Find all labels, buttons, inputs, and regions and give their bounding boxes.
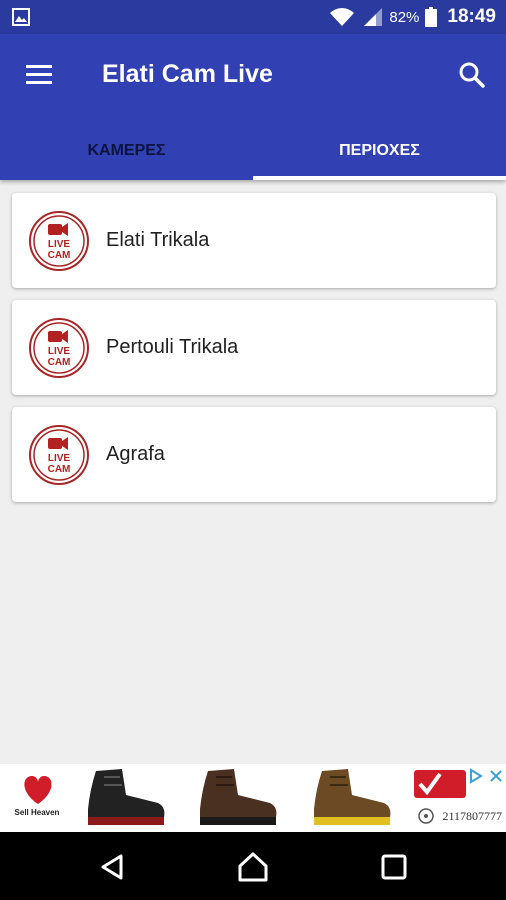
app-bar: Elati Cam Live ΚΑΜΕΡΕΣ ΠΕΡΙΟΧΕΣ: [0, 34, 506, 180]
boot-icon: [88, 769, 165, 825]
navigation-bar: [0, 832, 506, 900]
clock: 18:49: [447, 6, 496, 27]
svg-text:LIVE: LIVE: [48, 239, 71, 250]
tab-bar: ΚΑΜΕΡΕΣ ΠΕΡΙΟΧΕΣ: [0, 122, 506, 180]
ad-phone-number: 2117807777: [442, 809, 502, 823]
list-item-label: Agrafa: [106, 443, 165, 465]
battery-percent: 82%: [389, 8, 420, 26]
phone-icon: [418, 808, 434, 824]
battery-icon: [425, 7, 438, 27]
ad-banner[interactable]: Sell Heaven 2117807777: [0, 764, 506, 832]
tab-regions[interactable]: ΠΕΡΙΟΧΕΣ: [253, 122, 506, 180]
status-bar: 82% 18:49: [0, 0, 506, 34]
status-right: 82% 18:49: [329, 0, 496, 34]
heart-logo-icon: Sell Heaven: [4, 776, 70, 817]
list-item[interactable]: LIVE CAM Elati Trikala: [12, 193, 496, 288]
svg-text:CAM: CAM: [48, 464, 71, 475]
list-item-label: Elati Trikala: [106, 229, 210, 251]
live-cam-icon: LIVE CAM: [29, 317, 89, 378]
boot-icon: [200, 769, 277, 825]
live-cam-icon: LIVE CAM: [29, 424, 89, 485]
live-cam-icon: LIVE CAM: [29, 210, 89, 271]
wifi-icon: [330, 8, 355, 26]
search-icon[interactable]: [452, 56, 492, 96]
locations-list: LIVE CAM Elati Trikala LIVE CAM Pertouli…: [12, 193, 496, 514]
adchoices-icon[interactable]: [468, 768, 484, 784]
recents-icon[interactable]: [377, 850, 411, 884]
svg-text:LIVE: LIVE: [48, 453, 71, 464]
list-item-label: Pertouli Trikala: [106, 336, 239, 358]
svg-text:Sell Heaven: Sell Heaven: [15, 808, 60, 817]
menu-icon[interactable]: [20, 58, 60, 92]
svg-text:CAM: CAM: [48, 357, 71, 368]
list-item[interactable]: LIVE CAM Agrafa: [12, 407, 496, 502]
boot-icon: [314, 769, 391, 825]
svg-text:LIVE: LIVE: [48, 346, 71, 357]
tab-cameras[interactable]: ΚΑΜΕΡΕΣ: [0, 122, 253, 180]
checkmark-badge-icon: [414, 770, 466, 798]
close-icon[interactable]: [488, 768, 504, 784]
signal-icon: [364, 8, 383, 26]
list-item[interactable]: LIVE CAM Pertouli Trikala: [12, 300, 496, 395]
svg-text:CAM: CAM: [48, 250, 71, 261]
home-icon[interactable]: [236, 850, 270, 884]
image-icon: [12, 8, 30, 26]
app-title: Elati Cam Live: [102, 60, 273, 88]
back-icon[interactable]: [97, 850, 131, 884]
